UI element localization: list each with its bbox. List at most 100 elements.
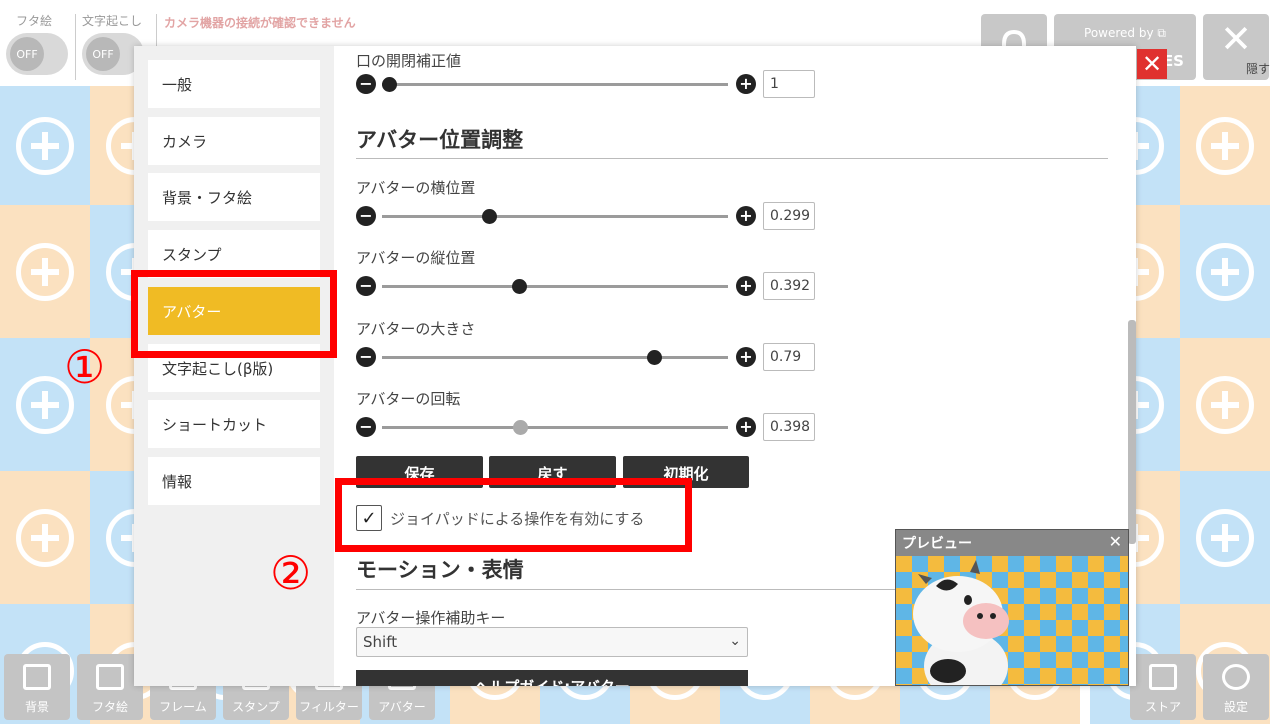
preview-tile xyxy=(1120,620,1128,636)
scrollbar[interactable] xyxy=(1128,320,1136,544)
preview-header[interactable]: プレビュー ✕ xyxy=(896,530,1128,556)
slider-track[interactable] xyxy=(382,285,728,288)
slider-value-input[interactable]: 0.398 xyxy=(763,413,815,441)
plus-icon[interactable]: + xyxy=(736,417,756,437)
helper-key-label: アバター操作補助キー xyxy=(356,609,506,627)
preview-tile xyxy=(1024,588,1040,604)
preview-title: プレビュー xyxy=(902,536,972,552)
preview-tile xyxy=(1072,684,1088,685)
slider-thumb[interactable] xyxy=(381,77,397,92)
slider-row: − +0.299 xyxy=(356,201,826,231)
powered-by-label: Powered by xyxy=(1084,26,1154,40)
preview-tile xyxy=(1040,604,1056,620)
chevron-down-icon: ⌄ xyxy=(729,633,741,649)
plus-icon[interactable]: + xyxy=(736,206,756,226)
close-icon[interactable]: ✕ xyxy=(1109,532,1122,551)
preview-tile xyxy=(1040,620,1056,636)
close-icon: ✕ xyxy=(1220,17,1252,61)
minus-icon[interactable]: − xyxy=(356,417,376,437)
lid-art-icon xyxy=(96,664,124,690)
preview-tile xyxy=(1056,588,1072,604)
preview-tile xyxy=(1008,684,1024,685)
lid-art-toggle-switch[interactable]: OFF xyxy=(6,33,68,75)
preview-tile xyxy=(1040,556,1056,572)
toolbar-button-8[interactable]: 設定 xyxy=(1203,654,1269,720)
mouth-correction-label: 口の開閉補正値 xyxy=(356,52,462,70)
mouth-correction-slider-row: − + 1 xyxy=(356,69,826,99)
slider-value-input[interactable]: 0.79 xyxy=(763,343,815,371)
sidebar-item-1[interactable]: 一般 xyxy=(148,60,320,108)
sidebar-item-3[interactable]: 背景・フタ絵 xyxy=(148,173,320,221)
preview-window[interactable]: プレビュー ✕ xyxy=(895,529,1129,686)
plus-icon[interactable]: + xyxy=(736,347,756,367)
toolbar-button-label: 設定 xyxy=(1223,700,1248,714)
toolbar-button-label: フィルター xyxy=(299,700,359,714)
slider-row: − +0.398 xyxy=(356,412,826,442)
slider-label: アバターの大きさ xyxy=(356,320,476,338)
close-icon: ✕ xyxy=(1141,50,1163,78)
preview-tile xyxy=(896,668,912,684)
avatar-preview-canvas xyxy=(896,556,1128,685)
preview-tile xyxy=(896,604,912,620)
toolbar-button-7[interactable]: ストア xyxy=(1130,654,1196,720)
preview-tile xyxy=(1104,588,1120,604)
sidebar-item-2[interactable]: カメラ xyxy=(148,117,320,165)
preview-tile xyxy=(1088,588,1104,604)
add-circle-icon xyxy=(1196,508,1254,567)
minus-icon[interactable]: − xyxy=(356,206,376,226)
preview-tile xyxy=(896,620,912,636)
toolbar-button-label: フレーム xyxy=(159,700,207,714)
preview-tile xyxy=(1008,604,1024,620)
slider-track[interactable] xyxy=(382,426,728,429)
preview-tile xyxy=(1088,668,1104,684)
external-link-icon: ⧉ xyxy=(1157,26,1166,40)
preview-tile xyxy=(912,684,928,685)
minus-icon[interactable]: − xyxy=(356,276,376,296)
minus-icon[interactable]: − xyxy=(356,347,376,367)
preview-tile xyxy=(1056,604,1072,620)
annotation-box-2 xyxy=(335,478,692,552)
background-tile xyxy=(1180,205,1270,338)
preview-tile xyxy=(1120,636,1128,652)
preview-tile xyxy=(1104,604,1120,620)
slider-thumb[interactable] xyxy=(646,350,662,365)
helper-key-select[interactable]: Shift ⌄ xyxy=(356,627,748,657)
mouth-correction-input[interactable]: 1 xyxy=(763,70,815,98)
preview-tile xyxy=(896,572,912,588)
preview-tile xyxy=(1104,556,1120,572)
preview-tile xyxy=(1056,636,1072,652)
divider xyxy=(75,14,76,80)
slider-thumb[interactable] xyxy=(513,420,529,435)
slider-value-input[interactable]: 0.299 xyxy=(763,202,815,230)
slider-value-input[interactable]: 0.392 xyxy=(763,272,815,300)
minus-icon[interactable]: − xyxy=(356,74,376,94)
preview-tile xyxy=(1056,572,1072,588)
slider-thumb[interactable] xyxy=(511,279,527,294)
annotation-number-1: ① xyxy=(64,340,106,394)
mouth-correction-slider[interactable] xyxy=(382,83,728,86)
hide-button[interactable]: ✕ 隠す xyxy=(1203,14,1270,80)
preview-tile xyxy=(1024,572,1040,588)
preview-tile xyxy=(896,588,912,604)
slider-label: アバターの縦位置 xyxy=(356,249,476,267)
slider-label: アバターの横位置 xyxy=(356,179,476,197)
plus-icon[interactable]: + xyxy=(736,74,756,94)
slider-track[interactable] xyxy=(382,356,728,359)
preview-tile xyxy=(1120,556,1128,572)
slider-thumb[interactable] xyxy=(482,209,498,224)
preview-tile xyxy=(1040,572,1056,588)
lid-art-toggle[interactable]: フタ絵 OFF xyxy=(6,12,78,75)
preview-tile xyxy=(1072,652,1088,668)
help-guide-button[interactable]: ヘルプガイド:アバター xyxy=(356,670,748,686)
modal-close-button[interactable]: ✕ xyxy=(1137,49,1167,79)
sidebar-item-8[interactable]: 情報 xyxy=(148,457,320,505)
transcription-toggle-label: 文字起こし xyxy=(82,14,143,28)
preview-tile xyxy=(1088,556,1104,572)
sidebar-item-7[interactable]: ショートカット xyxy=(148,400,320,448)
preview-tile xyxy=(944,556,960,572)
slider-track[interactable] xyxy=(382,215,728,218)
plus-icon[interactable]: + xyxy=(736,276,756,296)
background-tile xyxy=(1180,471,1270,604)
toolbar-button-1[interactable]: 背景 xyxy=(4,654,70,720)
preview-tile xyxy=(1088,636,1104,652)
